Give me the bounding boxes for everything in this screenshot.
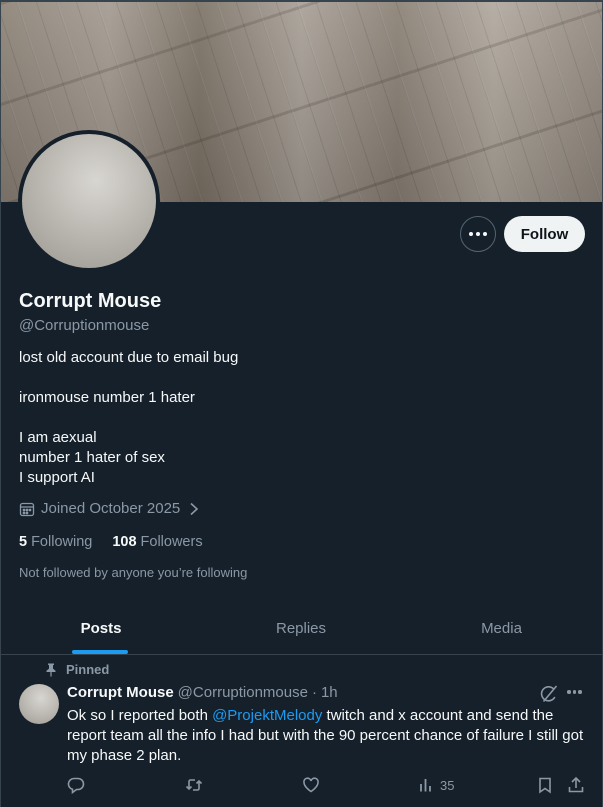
following-count: 5 [19, 534, 28, 550]
grok-icon[interactable] [539, 684, 559, 704]
repost-button[interactable] [185, 776, 203, 794]
bio-line [19, 408, 238, 428]
tab-posts[interactable]: Posts [1, 602, 201, 654]
profile-bio: lost old account due to email bug ironmo… [19, 348, 238, 488]
active-tab-indicator [72, 650, 128, 654]
followers-count: 108 [112, 534, 137, 550]
pin-icon [46, 663, 56, 677]
tab-media[interactable]: Media [401, 602, 602, 654]
post-text: Ok so I reported both @ProjektMelody twi… [67, 706, 587, 766]
post-header: Corrupt Mouse @Corruptionmouse · 1h [67, 684, 338, 701]
profile-name: Corrupt Mouse [19, 290, 162, 312]
post-text-part: Ok so I reported both [67, 707, 213, 724]
joined-text: Joined October 2025 [41, 500, 181, 517]
pinned-indicator: Pinned [45, 662, 109, 677]
reply-button[interactable] [67, 776, 85, 794]
bio-line: lost old account due to email bug [19, 349, 239, 366]
mention-link[interactable]: @ProjektMelody [212, 707, 322, 724]
calendar-icon [19, 502, 35, 516]
following-label: Following [31, 534, 93, 550]
post-separator: · [311, 684, 317, 701]
post-author-name[interactable]: Corrupt Mouse [67, 684, 174, 701]
profile-avatar[interactable] [18, 130, 160, 272]
like-button[interactable] [302, 776, 320, 794]
following-link[interactable]: 5 Following [19, 534, 92, 550]
share-button[interactable] [567, 776, 585, 794]
joined-date[interactable]: Joined October 2025 [19, 500, 200, 517]
repost-icon [185, 779, 203, 791]
followers-link[interactable]: 108 Followers [112, 534, 202, 550]
more-options-button[interactable] [460, 216, 496, 252]
profile-tabs: Posts Replies Media [1, 602, 602, 655]
share-icon [568, 776, 584, 793]
analytics-icon [420, 779, 431, 792]
bio-line [19, 368, 238, 388]
views-button[interactable]: 35 [418, 776, 454, 794]
reply-icon [67, 777, 85, 794]
tab-replies[interactable]: Replies [201, 602, 401, 654]
post-time[interactable]: 1h [321, 684, 338, 701]
followers-label: Followers [140, 534, 203, 550]
avatar-image [22, 134, 156, 268]
post-author-avatar[interactable] [19, 684, 59, 724]
profile-page: Follow Corrupt Mouse @Corruptionmouse lo… [0, 0, 603, 807]
bio-line: I am aexual [19, 429, 97, 446]
profile-handle: @Corruptionmouse [19, 317, 150, 334]
follow-stats: 5 Following 108 Followers [19, 534, 203, 550]
bio-line: I support AI [19, 469, 95, 486]
views-count: 35 [440, 777, 455, 793]
ellipsis-icon [469, 232, 487, 236]
heart-icon [303, 777, 319, 793]
post-author-handle[interactable]: @Corruptionmouse [178, 684, 308, 701]
bio-line: number 1 hater of sex [19, 449, 165, 466]
bookmark-icon [539, 777, 551, 794]
not-followed-note: Not followed by anyone you’re following [19, 565, 248, 580]
bookmark-button[interactable] [536, 776, 554, 794]
pinned-label: Pinned [66, 662, 110, 677]
bio-line: ironmouse number 1 hater [19, 389, 195, 406]
post-actions: 35 [1, 776, 602, 800]
follow-button[interactable]: Follow [504, 216, 585, 252]
chevron-right-icon [190, 502, 199, 515]
post-more-button[interactable] [567, 690, 582, 694]
